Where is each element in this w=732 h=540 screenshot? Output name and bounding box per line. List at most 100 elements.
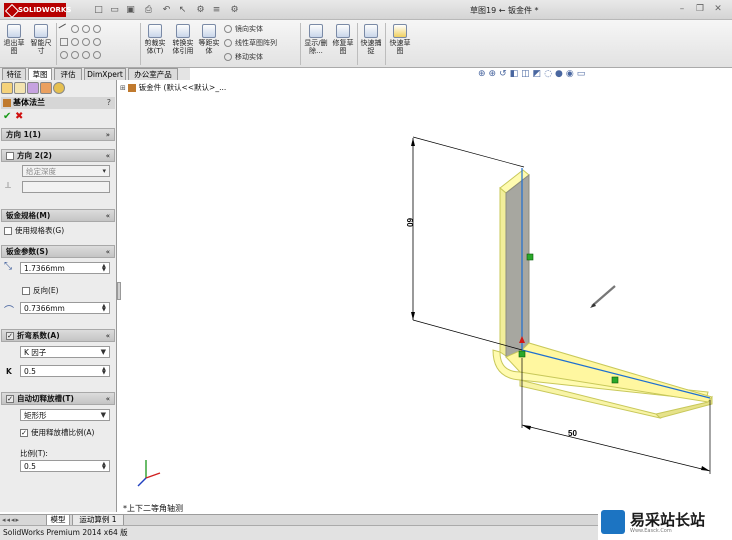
- bend-radius-input[interactable]: 0.7366mm ▲ ▼: [20, 302, 110, 314]
- use-relief-ratio-option[interactable]: ✓ 使用释放槽比例(A): [20, 428, 114, 438]
- gauge-section-header[interactable]: 钣金规格(M) «: [1, 209, 115, 222]
- graphics-area[interactable]: 60 50: [121, 90, 732, 514]
- use-relief-ratio-checkbox[interactable]: ✓: [20, 429, 28, 437]
- circle-icon[interactable]: [71, 25, 79, 33]
- zoom-fit-icon[interactable]: ⊕: [478, 69, 489, 79]
- view-toolbar[interactable]: ⊕⊕↺◧◫◩◌●◉▭: [478, 69, 588, 81]
- use-gauge-table-checkbox[interactable]: [4, 227, 12, 235]
- close-icon[interactable]: ✕: [712, 3, 724, 15]
- quick-snaps-button[interactable]: 快速捕捉: [360, 24, 382, 55]
- end-condition-select[interactable]: 给定深度 ▾: [22, 165, 110, 177]
- tab-office-products[interactable]: 办公室产品: [128, 68, 178, 80]
- slot-icon[interactable]: [60, 51, 68, 59]
- help-icon[interactable]: ?: [107, 97, 111, 109]
- rectangle-icon[interactable]: [60, 38, 68, 46]
- options-icon[interactable]: ⚙: [228, 4, 241, 16]
- offset-entities-button[interactable]: 等距实体: [198, 24, 220, 55]
- smart-dimension-button[interactable]: 智能尺寸: [29, 24, 53, 55]
- horizontal-relation-marker[interactable]: [611, 376, 619, 384]
- relief-section-header[interactable]: ✓ 自动切释放槽(T) «: [1, 392, 115, 405]
- save-icon[interactable]: ▣: [124, 4, 137, 16]
- coincident-relation-marker[interactable]: [518, 350, 526, 358]
- appearance-icon[interactable]: ●: [555, 69, 566, 79]
- point-icon[interactable]: [71, 51, 79, 59]
- sketch-tools-row-3[interactable]: [60, 50, 104, 60]
- collapse-icon[interactable]: «: [106, 246, 110, 258]
- open-file-icon[interactable]: ▭: [108, 4, 121, 16]
- direction2-section-header[interactable]: 方向 2(2) «: [1, 149, 115, 162]
- spin-arrows-icon[interactable]: ▲ ▼: [102, 304, 108, 313]
- move-entities-item[interactable]: 移动实体: [224, 52, 263, 62]
- collapse-icon[interactable]: «: [106, 150, 110, 162]
- collapse-icon[interactable]: »: [106, 129, 110, 141]
- reverse-direction-option[interactable]: 反向(E): [22, 285, 59, 296]
- bend-allowance-type-select[interactable]: K 因子 ▼: [20, 346, 110, 358]
- parameters-section-header[interactable]: 钣金参数(S) «: [1, 245, 115, 258]
- bend-allowance-checkbox[interactable]: ✓: [6, 332, 14, 340]
- vertical-dimension-text[interactable]: 60: [405, 218, 414, 227]
- minimize-icon[interactable]: –: [676, 3, 688, 15]
- polygon-icon[interactable]: [71, 38, 79, 46]
- view-settings-icon[interactable]: ▭: [577, 69, 589, 79]
- ellipse-icon[interactable]: [82, 38, 90, 46]
- spline-icon[interactable]: [93, 25, 101, 33]
- select-icon[interactable]: ↖: [176, 4, 189, 16]
- property-manager-icon[interactable]: [14, 82, 26, 94]
- sketch-tools-row-1[interactable]: [58, 23, 104, 35]
- display-manager-icon[interactable]: [53, 82, 65, 94]
- use-gauge-table-option[interactable]: 使用规格表(G): [4, 225, 64, 236]
- collapse-icon[interactable]: «: [106, 393, 110, 405]
- depth-input[interactable]: [22, 181, 110, 193]
- direction2-checkbox[interactable]: [6, 152, 14, 160]
- rapid-sketch-button[interactable]: 快速草图: [389, 24, 411, 55]
- plane-icon[interactable]: [93, 51, 101, 59]
- tab-sketch[interactable]: 草图: [28, 68, 52, 80]
- display-style-icon[interactable]: ◩: [533, 69, 545, 79]
- vertical-relation-marker[interactable]: [526, 253, 534, 261]
- text-icon[interactable]: [82, 51, 90, 59]
- scene-icon[interactable]: ◉: [566, 69, 577, 79]
- line-icon[interactable]: [58, 23, 70, 35]
- reverse-direction-checkbox[interactable]: [22, 287, 30, 295]
- new-file-icon[interactable]: □: [92, 4, 105, 16]
- tab-scroll-arrows-icon[interactable]: ◂◂◂▸: [2, 516, 20, 524]
- linear-pattern-item[interactable]: 线性草图阵列: [224, 38, 277, 48]
- print-icon[interactable]: ⎙: [142, 4, 155, 16]
- tab-dimxpert[interactable]: DimXpert: [84, 68, 126, 80]
- relief-ratio-input[interactable]: 0.5 ▲ ▼: [20, 460, 110, 472]
- rebuild-icon[interactable]: ⚙: [194, 4, 207, 16]
- hide-show-icon[interactable]: ◌: [544, 69, 555, 79]
- thickness-input[interactable]: 1.7366mm ▲ ▼: [20, 262, 110, 274]
- mirror-entities-item[interactable]: 镜向实体: [224, 24, 263, 34]
- spin-arrows-icon[interactable]: ▲ ▼: [102, 367, 108, 376]
- convert-entities-button[interactable]: 转换实体引用: [170, 24, 196, 55]
- fillet-icon[interactable]: [93, 38, 101, 46]
- file-properties-icon[interactable]: ≡: [210, 4, 223, 16]
- horizontal-dimension-text[interactable]: 50: [568, 429, 577, 438]
- dimxpert-manager-icon[interactable]: [40, 82, 52, 94]
- view-orientation-icon[interactable]: ◫: [521, 69, 533, 79]
- k-factor-input[interactable]: 0.5 ▲ ▼: [20, 365, 110, 377]
- relief-checkbox[interactable]: ✓: [6, 395, 14, 403]
- collapse-icon[interactable]: «: [106, 210, 110, 222]
- check-icon[interactable]: ✔: [3, 111, 11, 122]
- display-delete-relations-button[interactable]: 显示/删除...: [304, 24, 328, 55]
- zoom-area-icon[interactable]: ⊕: [489, 69, 500, 79]
- spin-arrows-icon[interactable]: ▲ ▼: [102, 264, 108, 273]
- previous-view-icon[interactable]: ↺: [499, 69, 510, 79]
- direction1-section-header[interactable]: 方向 1(1) »: [1, 128, 115, 141]
- x-icon[interactable]: ✖: [15, 111, 23, 122]
- exit-sketch-button[interactable]: 退出草图: [3, 24, 25, 55]
- trim-entities-button[interactable]: 剪裁实体(T): [144, 24, 166, 55]
- bend-allowance-section-header[interactable]: ✓ 折弯系数(A) «: [1, 329, 115, 342]
- repair-sketch-button[interactable]: 修复草图: [332, 24, 354, 55]
- feature-manager-icon[interactable]: [1, 82, 13, 94]
- restore-icon[interactable]: ❐: [694, 3, 706, 15]
- configuration-manager-icon[interactable]: [27, 82, 39, 94]
- undo-icon[interactable]: ↶: [160, 4, 173, 16]
- sketch-tools-row-2[interactable]: [60, 37, 104, 47]
- collapse-icon[interactable]: «: [106, 330, 110, 342]
- arc-icon[interactable]: [82, 25, 90, 33]
- section-view-icon[interactable]: ◧: [510, 69, 522, 79]
- relief-type-select[interactable]: 矩形形 ▼: [20, 409, 110, 421]
